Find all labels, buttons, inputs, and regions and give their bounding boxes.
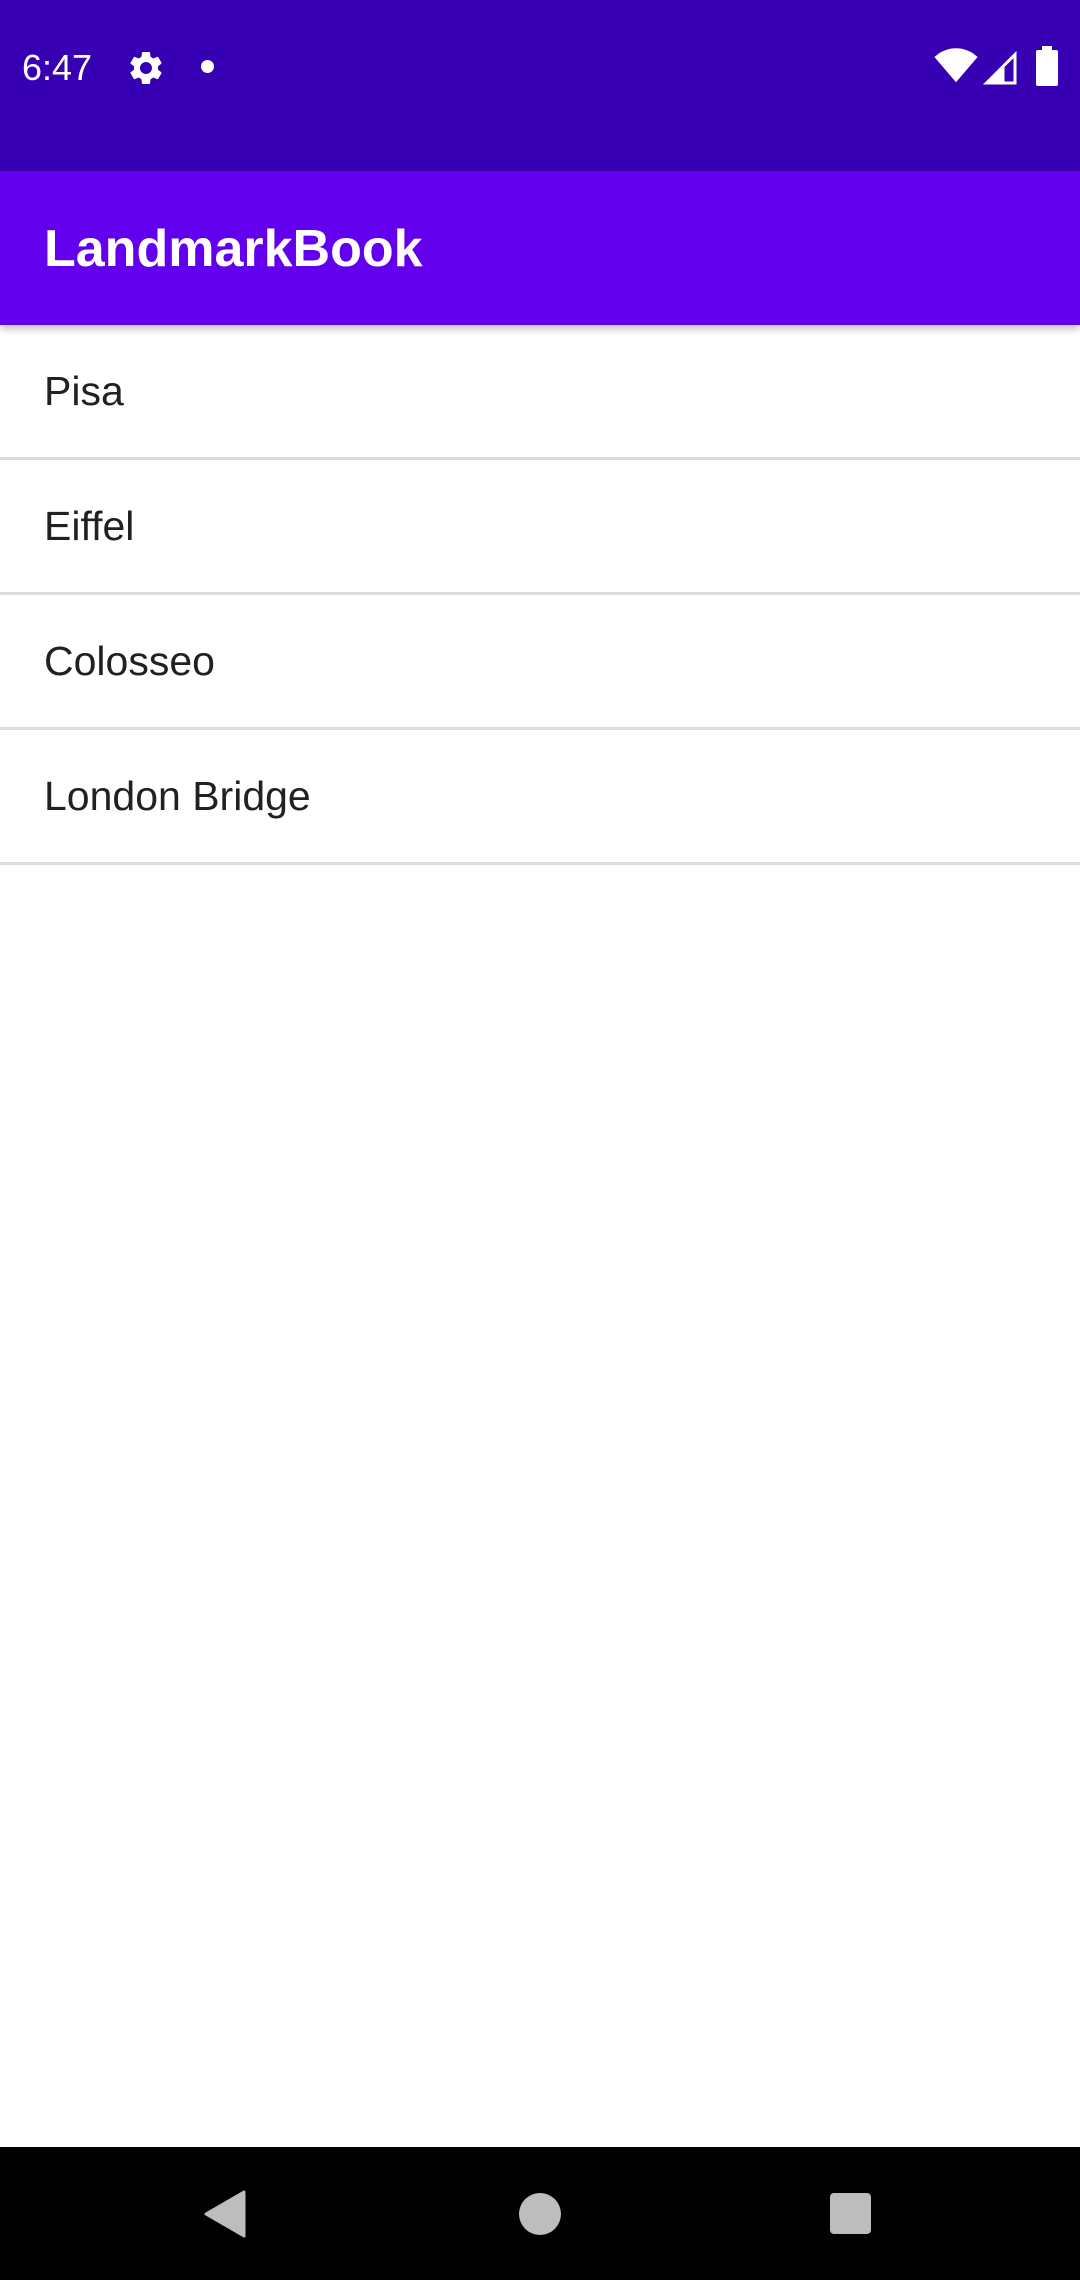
list-item-label: London Bridge xyxy=(44,772,311,819)
recents-icon[interactable] xyxy=(830,2193,871,2234)
screen: 6:47 LandmarkBook Pisa Eiffel Colosseo L… xyxy=(0,0,1080,2280)
list-item[interactable]: Eiffel xyxy=(0,460,1080,595)
app-bar: LandmarkBook xyxy=(0,171,1080,325)
landmark-list: Pisa Eiffel Colosseo London Bridge xyxy=(0,325,1080,865)
gear-icon xyxy=(130,51,162,84)
battery-icon xyxy=(1036,46,1058,86)
list-item[interactable]: Pisa xyxy=(0,325,1080,460)
notification-dot-icon xyxy=(201,60,214,73)
home-icon[interactable] xyxy=(519,2193,561,2235)
app-title: LandmarkBook xyxy=(44,220,423,278)
back-icon[interactable] xyxy=(204,2190,246,2238)
list-item[interactable]: London Bridge xyxy=(0,730,1080,865)
list-item-label: Eiffel xyxy=(44,502,135,549)
status-time: 6:47 xyxy=(22,47,93,88)
status-bar: 6:47 xyxy=(0,0,1080,171)
cellular-signal-icon xyxy=(982,50,1017,85)
list-item[interactable]: Colosseo xyxy=(0,595,1080,730)
list-item-label: Pisa xyxy=(44,367,124,414)
list-item-label: Colosseo xyxy=(44,637,215,684)
wifi-icon xyxy=(934,48,978,83)
